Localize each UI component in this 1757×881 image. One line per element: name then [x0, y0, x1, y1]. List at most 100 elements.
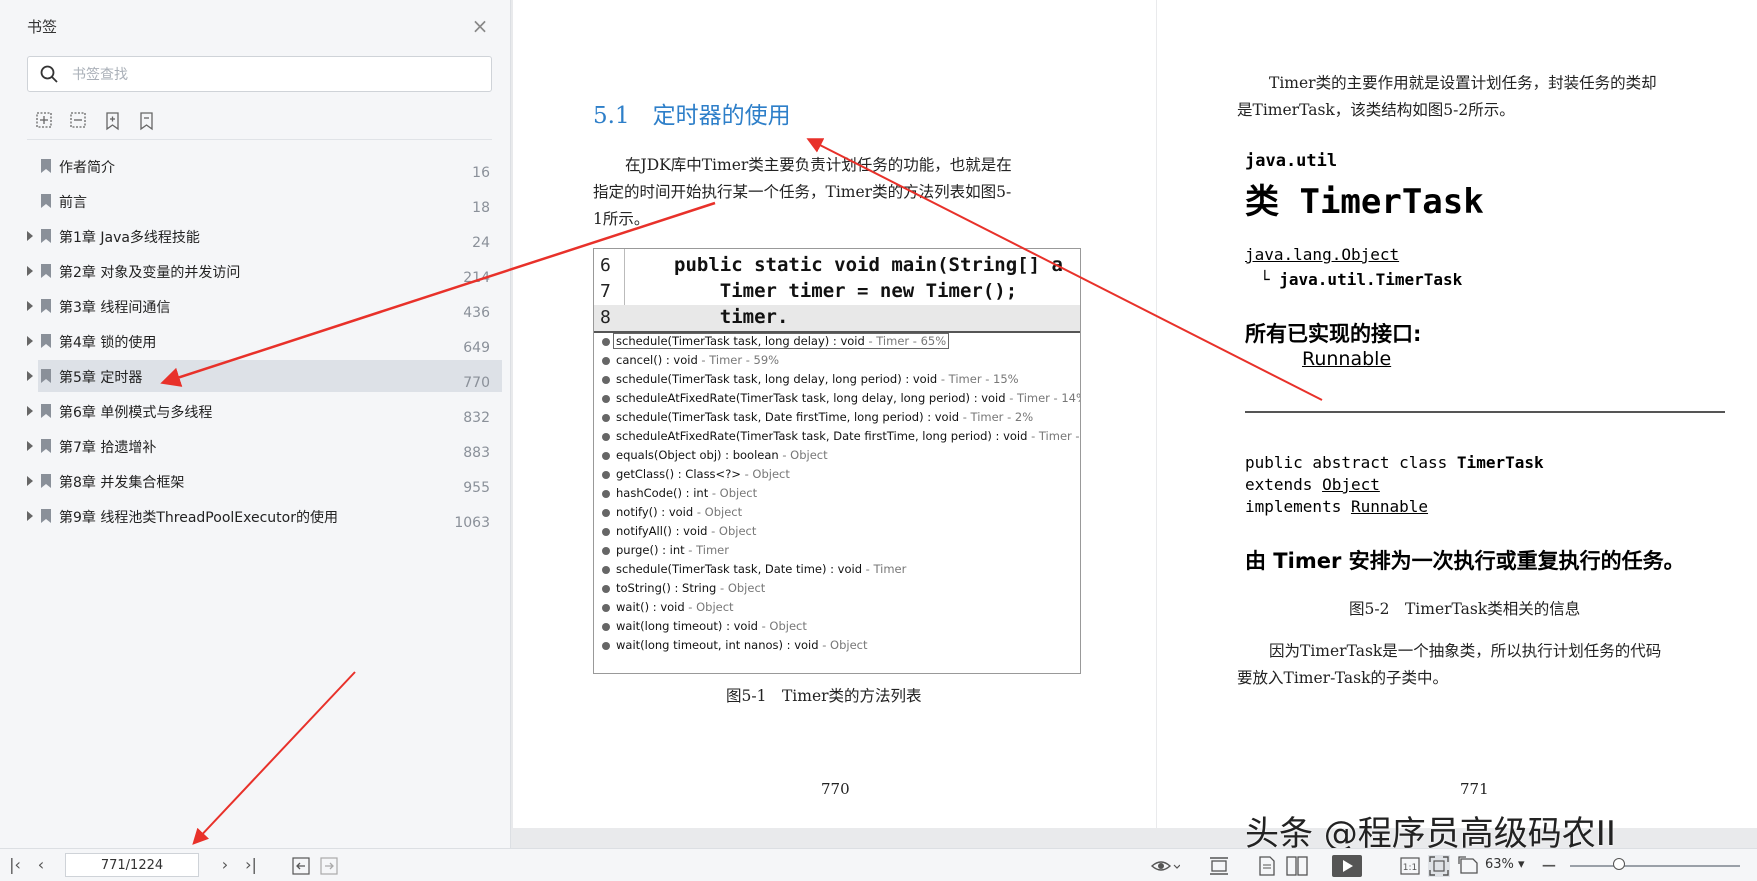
autocomplete-item[interactable]: schedule(TimerTask task, Date time) : vo… [598, 561, 1078, 580]
double-page-icon[interactable] [1286, 856, 1308, 876]
eye-care-icon[interactable] [1150, 856, 1180, 876]
autocomplete-item[interactable]: getClass() : Class<?> - Object [598, 466, 1078, 485]
autocomplete-item[interactable]: hashCode() : int - Object [598, 485, 1078, 504]
hierarchy-root-link[interactable]: java.lang.Object [1245, 245, 1399, 264]
method-signature: equals(Object obj) : boolean [616, 448, 779, 462]
expand-arrow-icon[interactable] [27, 266, 33, 276]
method-icon [602, 357, 610, 365]
text-line: 在JDK库中Timer类主要负责计划任务的功能，也就是在 [625, 156, 1012, 174]
autocomplete-item[interactable]: schedule(TimerTask task, long delay, lon… [598, 371, 1078, 390]
method-source: - Timer - 14% [1005, 391, 1081, 405]
method-source: - Timer - 59% [697, 353, 780, 367]
interface-link[interactable]: Runnable [1302, 348, 1391, 370]
bookmark-item[interactable]: 第4章 锁的使用 649 [0, 325, 502, 357]
bookmark-label: 第2章 对象及变量的并发访问 [59, 265, 241, 281]
decl-implements-link[interactable]: Runnable [1351, 497, 1428, 516]
add-bookmark-icon[interactable] [102, 110, 124, 132]
autocomplete-item[interactable]: wait(long timeout) : void - Object [598, 618, 1078, 637]
zoom-value: 63% [1485, 857, 1514, 872]
method-source: - Object [708, 486, 758, 500]
play-slideshow-icon[interactable] [1332, 855, 1362, 877]
bookmark-icon [41, 334, 51, 348]
autocomplete-item[interactable]: wait(long timeout, int nanos) : void - O… [598, 637, 1078, 656]
intro-paragraph: Timer类的主要作用就是设置计划任务，封装任务的类却 是TimerTask，该… [1237, 70, 1657, 124]
back-icon[interactable] [292, 857, 310, 875]
text-line: Timer类的主要作用就是设置计划任务，封装任务的类却 [1269, 74, 1657, 92]
bookmark-icon [41, 264, 51, 278]
next-page-icon[interactable]: › [216, 856, 234, 874]
method-icon [602, 642, 610, 650]
bookmark-page: 18 [472, 200, 490, 216]
method-icon [602, 585, 610, 593]
close-icon[interactable]: × [470, 16, 490, 36]
class-description: 由 Timer 安排为一次执行或重复执行的任务。 [1245, 549, 1685, 573]
autocomplete-item[interactable]: schedule(TimerTask task, long delay) : v… [598, 333, 1078, 352]
expand-arrow-icon[interactable] [27, 406, 33, 416]
zoom-out-icon[interactable]: − [1540, 855, 1558, 875]
bookmark-item[interactable]: 第6章 单例模式与多线程 832 [0, 395, 502, 427]
code-text: public static void main(String[] a [674, 254, 1063, 276]
bookmark-icon [41, 299, 51, 313]
document-page-771: Timer类的主要作用就是设置计划任务，封装任务的类却 是TimerTask，该… [1157, 0, 1757, 828]
method-signature: schedule(TimerTask task, long delay, lon… [616, 372, 938, 386]
bookmark-search-input[interactable] [70, 63, 474, 87]
autocomplete-item[interactable]: notifyAll() : void - Object [598, 523, 1078, 542]
fit-page-icon[interactable] [1428, 855, 1450, 877]
zoom-level[interactable]: 63% ▾ [1485, 857, 1525, 872]
expand-arrow-icon[interactable] [27, 371, 33, 381]
decl-text: extends [1245, 475, 1323, 494]
expand-arrow-icon[interactable] [27, 511, 33, 521]
bookmark-item[interactable]: 作者简介 16 [0, 150, 502, 182]
autocomplete-item[interactable]: equals(Object obj) : boolean - Object [598, 447, 1078, 466]
expand-all-icon[interactable] [34, 110, 56, 132]
bookmark-search[interactable] [27, 56, 492, 92]
search-icon [40, 65, 58, 83]
first-page-icon[interactable]: |‹ [6, 856, 24, 874]
autocomplete-item[interactable]: schedule(TimerTask task, Date firstTime,… [598, 409, 1078, 428]
page-number-input[interactable] [65, 853, 199, 877]
bookmark-icon[interactable] [136, 110, 158, 132]
bookmark-item[interactable]: 第2章 对象及变量的并发访问 214 [0, 255, 502, 287]
prev-page-icon[interactable]: ‹ [32, 856, 50, 874]
zoom-slider-handle[interactable] [1613, 858, 1625, 870]
bookmark-item[interactable]: 第8章 并发集合框架 955 [0, 465, 502, 497]
actual-size-icon[interactable]: 1:1 [1400, 857, 1420, 875]
status-bar: |‹ ‹ › ›| 1:1 [0, 848, 1757, 881]
decl-extends-link[interactable]: Object [1322, 475, 1380, 494]
expand-arrow-icon[interactable] [27, 301, 33, 311]
last-page-icon[interactable]: ›| [242, 856, 260, 874]
expand-arrow-icon[interactable] [27, 336, 33, 346]
fit-visible-icon[interactable] [1458, 856, 1480, 876]
bookmark-item[interactable]: 第1章 Java多线程技能 24 [0, 220, 502, 252]
expand-arrow-icon[interactable] [27, 231, 33, 241]
bookmark-item[interactable]: 前言 18 [0, 185, 502, 217]
expand-arrow-icon[interactable] [27, 441, 33, 451]
page-number: 770 [821, 780, 850, 798]
method-signature: scheduleAtFixedRate(TimerTask task, long… [616, 391, 1006, 405]
autocomplete-item[interactable]: cancel() : void - Timer - 59% [598, 352, 1078, 371]
bookmark-page: 883 [463, 445, 490, 461]
autocomplete-item[interactable]: scheduleAtFixedRate(TimerTask task, long… [598, 390, 1081, 409]
bookmark-icon [41, 509, 51, 523]
method-signature: wait(long timeout, int nanos) : void [616, 638, 819, 652]
fit-width-icon[interactable] [1208, 856, 1230, 876]
autocomplete-item[interactable]: toString() : String - Object [598, 580, 1078, 599]
method-icon [602, 566, 610, 574]
bookmark-item[interactable]: 第7章 拾遗增补 883 [0, 430, 502, 462]
autocomplete-item[interactable]: purge() : int - Timer [598, 542, 1078, 561]
bookmark-item[interactable]: 第9章 线程池类ThreadPoolExecutor的使用 1063 [0, 500, 502, 532]
autocomplete-item[interactable]: wait() : void - Object [598, 599, 1078, 618]
collapse-all-icon[interactable] [68, 110, 90, 132]
method-source: - Object [757, 619, 807, 633]
bookmark-item[interactable]: 第3章 线程间通信 436 [0, 290, 502, 322]
expand-arrow-icon[interactable] [27, 476, 33, 486]
single-page-icon[interactable] [1258, 856, 1276, 876]
bookmark-item-selected[interactable]: 第5章 定时器 770 [27, 360, 502, 392]
autocomplete-item[interactable]: notify() : void - Object [598, 504, 1078, 523]
javadoc-package: java.util [1245, 151, 1338, 171]
outro-paragraph: 因为TimerTask是一个抽象类，所以执行计划任务的代码 要放入Timer-T… [1237, 638, 1661, 692]
forward-icon[interactable] [320, 857, 338, 875]
autocomplete-item[interactable]: scheduleAtFixedRate(TimerTask task, Date… [598, 428, 1080, 447]
zoom-slider[interactable] [1570, 865, 1740, 867]
method-source: - Object [716, 581, 766, 595]
